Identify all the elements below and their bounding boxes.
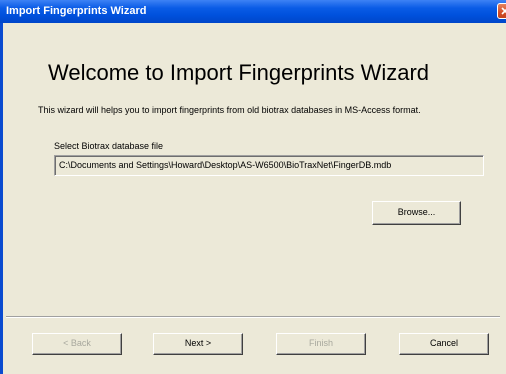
back-button[interactable]: < Back <box>32 333 122 355</box>
window-title: Import Fingerprints Wizard <box>6 5 147 17</box>
browse-button[interactable]: Browse... <box>372 201 461 225</box>
title-bar[interactable]: Import Fingerprints Wizard <box>0 0 506 23</box>
database-file-field[interactable]: C:\Documents and Settings\Howard\Desktop… <box>54 155 484 176</box>
finish-button[interactable]: Finish <box>276 333 366 355</box>
intro-text: This wizard will helps you to import fin… <box>38 105 421 115</box>
button-separator <box>6 316 500 318</box>
wizard-window: Import Fingerprints Wizard Welcome to Im… <box>0 0 506 374</box>
close-icon[interactable] <box>497 3 506 19</box>
next-button[interactable]: Next > <box>153 333 243 355</box>
database-file-label: Select Biotrax database file <box>54 141 164 151</box>
page-title: Welcome to Import Fingerprints Wizard <box>48 60 430 85</box>
cancel-button[interactable]: Cancel <box>399 333 489 355</box>
